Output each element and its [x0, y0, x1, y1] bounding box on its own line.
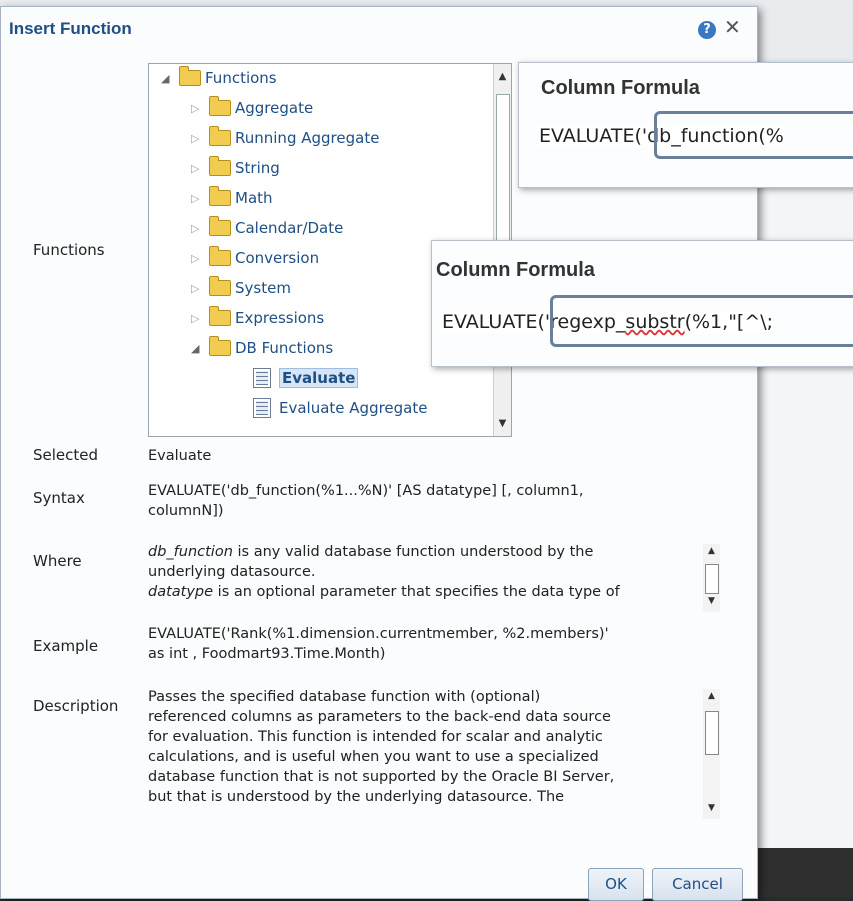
scroll-thumb[interactable]	[705, 564, 719, 594]
description-line: calculations, and is useful when you wan…	[148, 749, 599, 765]
expand-arrow-icon[interactable]: ▷	[191, 252, 209, 265]
where-text-line: is any valid database function understoo…	[232, 544, 594, 560]
example-line: as int , Foodmart93.Time.Month)	[148, 646, 386, 662]
tree-item-db-functions[interactable]: ◢ DB Functions	[191, 334, 333, 362]
scroll-down-icon[interactable]: ▼	[703, 596, 720, 610]
folder-icon	[209, 186, 231, 206]
folder-icon	[209, 306, 231, 326]
scroll-up-icon[interactable]: ▲	[703, 546, 720, 560]
tree-item-label: Calendar/Date	[235, 219, 344, 237]
where-label: Where	[33, 552, 82, 570]
tree-item-label: Functions	[205, 69, 277, 87]
folder-icon	[209, 126, 231, 146]
scroll-down-icon[interactable]: ▼	[494, 415, 511, 432]
where-text: db_function is any valid database functi…	[148, 542, 698, 610]
tree-item-string[interactable]: ▷ String	[191, 154, 280, 182]
column-formula-zoom-1: Column Formula EVALUATE('db_function(%	[518, 62, 853, 188]
tree-item-expressions[interactable]: ▷ Expressions	[191, 304, 324, 332]
tree-item-aggregate[interactable]: ▷ Aggregate	[191, 94, 313, 122]
expand-arrow-icon[interactable]: ▷	[191, 222, 209, 235]
highlight-box	[550, 295, 853, 347]
tree-item-label: System	[235, 279, 291, 297]
description-label: Description	[33, 697, 119, 715]
description-line: referenced columns as parameters to the …	[148, 709, 611, 725]
folder-icon	[209, 216, 231, 236]
where-text-line: is an optional parameter that specifies …	[213, 584, 620, 600]
folder-icon	[179, 66, 201, 86]
tree-item-label: DB Functions	[235, 339, 334, 357]
syntax-label: Syntax	[33, 489, 85, 507]
cancel-button[interactable]: Cancel	[652, 868, 743, 901]
tree-item-math[interactable]: ▷ Math	[191, 184, 273, 212]
expand-arrow-icon[interactable]: ▷	[191, 312, 209, 325]
folder-icon	[209, 96, 231, 116]
description-text: Passes the specified database function w…	[148, 687, 708, 819]
syntax-line: EVALUATE('db_function(%1...%N)' [AS data…	[148, 483, 584, 499]
formula-prefix: EVALUAT	[539, 125, 623, 147]
scroll-up-icon[interactable]: ▲	[494, 68, 511, 85]
expand-arrow-icon[interactable]: ▷	[191, 162, 209, 175]
collapse-arrow-icon[interactable]: ◢	[191, 342, 209, 355]
formula-prefix: EVALUAT	[442, 311, 526, 333]
highlight-box	[654, 111, 853, 159]
function-doc-icon	[253, 368, 271, 388]
description-line: but that is understood by the underlying…	[148, 789, 565, 805]
expand-arrow-icon[interactable]: ▷	[191, 132, 209, 145]
folder-icon	[209, 246, 231, 266]
description-line: database function that is not supported …	[148, 769, 615, 785]
tree-root-functions[interactable]: ◢ Functions	[161, 64, 277, 92]
tree-item-label: Aggregate	[235, 99, 314, 117]
description-line: for evaluation. This function is intende…	[148, 729, 603, 745]
expand-arrow-icon[interactable]: ▷	[191, 192, 209, 205]
tree-leaf-evaluate-aggregate[interactable]: Evaluate Aggregate	[253, 394, 427, 422]
description-scrollbar[interactable]: ▲ ▼	[703, 689, 720, 819]
syntax-line: columnN])	[148, 503, 224, 519]
tree-item-running-aggregate[interactable]: ▷ Running Aggregate	[191, 124, 379, 152]
tree-item-calendar-date[interactable]: ▷ Calendar/Date	[191, 214, 343, 242]
selected-value: Evaluate	[148, 448, 212, 464]
scroll-up-icon[interactable]: ▲	[703, 691, 720, 705]
functions-label: Functions	[33, 241, 105, 259]
help-icon[interactable]: ?	[698, 21, 716, 39]
column-formula-zoom-2: Column Formula EVALUATE('regexp_substr(%…	[431, 240, 853, 367]
where-text-line: underlying datasource.	[148, 564, 316, 580]
scroll-thumb[interactable]	[705, 711, 719, 755]
tree-leaf-label: Evaluate Aggregate	[279, 399, 428, 417]
where-term: datatype	[148, 584, 214, 600]
ok-button[interactable]: OK	[588, 868, 644, 901]
close-icon[interactable]: ✕	[724, 15, 741, 39]
expand-arrow-icon[interactable]: ▷	[191, 102, 209, 115]
folder-icon	[209, 156, 231, 176]
scroll-down-icon[interactable]: ▼	[703, 803, 720, 817]
collapse-arrow-icon[interactable]: ◢	[161, 72, 179, 85]
where-scrollbar[interactable]: ▲ ▼	[703, 544, 720, 612]
tree-item-label: Math	[235, 189, 273, 207]
example-line: EVALUATE('Rank(%1.dimension.currentmembe…	[148, 626, 609, 642]
expand-arrow-icon[interactable]: ▷	[191, 282, 209, 295]
tree-item-conversion[interactable]: ▷ Conversion	[191, 244, 319, 272]
folder-icon	[209, 336, 231, 356]
description-line: Passes the specified database function w…	[148, 689, 541, 705]
function-doc-icon	[253, 398, 271, 418]
example-label: Example	[33, 637, 99, 655]
tree-item-system[interactable]: ▷ System	[191, 274, 291, 302]
tree-leaf-evaluate[interactable]: Evaluate	[253, 364, 359, 392]
syntax-value: EVALUATE('db_function(%1...%N)' [AS data…	[148, 481, 584, 521]
overlay-title: Column Formula	[541, 77, 700, 99]
overlay-title: Column Formula	[436, 259, 595, 281]
folder-icon	[209, 276, 231, 296]
tree-leaf-label: Evaluate	[279, 368, 359, 388]
tree-item-label: Expressions	[235, 309, 325, 327]
selected-label: Selected	[33, 446, 99, 464]
example-value: EVALUATE('Rank(%1.dimension.currentmembe…	[148, 624, 609, 664]
tree-item-label: Conversion	[235, 249, 320, 267]
where-term: db_function	[148, 544, 233, 560]
tree-item-label: Running Aggregate	[235, 129, 380, 147]
tree-item-label: String	[235, 159, 280, 177]
dialog-title: Insert Function	[9, 19, 132, 38]
